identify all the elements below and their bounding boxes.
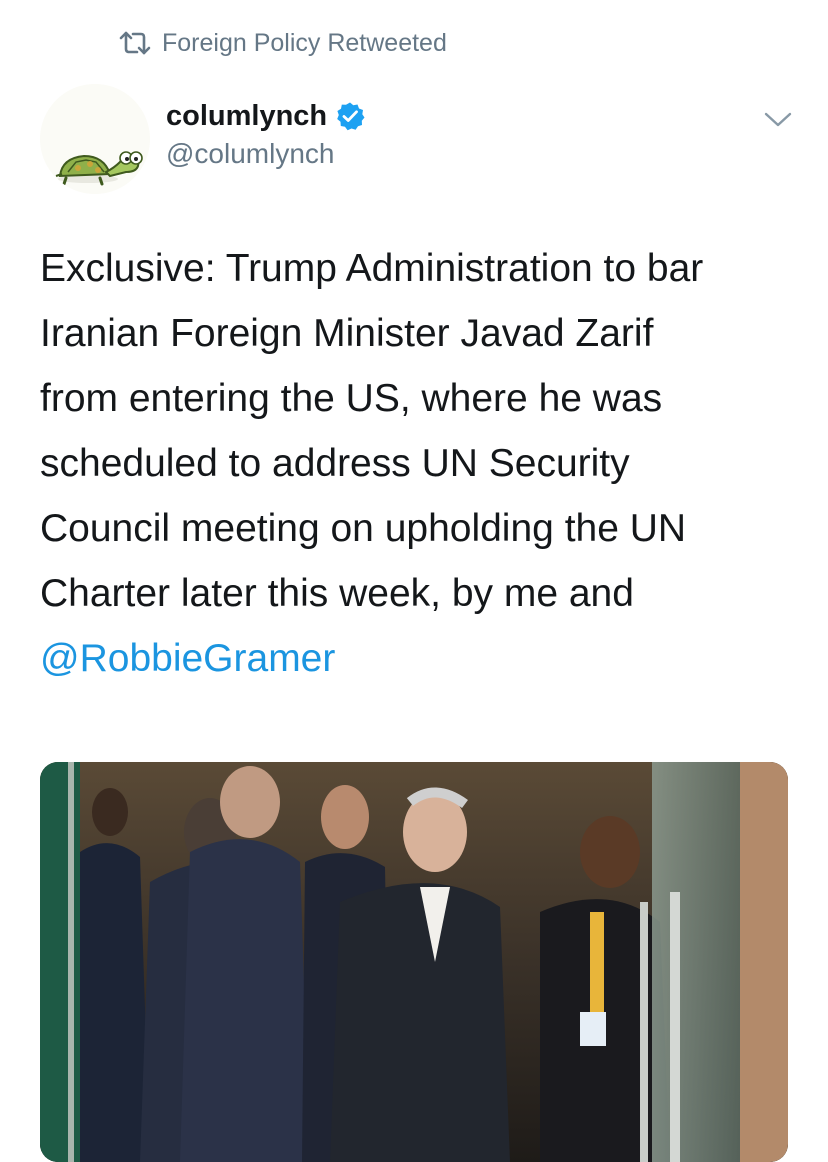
tweet-line: Exclusive: Trump Administration to bar [40,247,704,290]
tweet-photo[interactable] [40,762,788,1162]
author-name-row: columlynch [166,96,365,136]
mention-link[interactable]: @RobbieGramer [40,626,335,691]
verified-badge-icon [337,102,365,131]
tweet-line: Council meeting on upholding the UN [40,507,687,550]
tweet-text: Exclusive: Trump Administration to bar Ir… [40,236,800,691]
photo-image [40,762,788,1162]
tweet-author[interactable]: columlynch @columlynch [166,96,365,170]
tweet-line: from entering the US, where he was [40,377,663,420]
retweet-icon [119,31,151,55]
retweet-context[interactable]: Foreign Policy Retweeted [118,26,447,60]
retweet-label: Foreign Policy Retweeted [162,28,447,57]
tweet-line: Charter later this week, by me and [40,572,634,615]
chevron-down-icon[interactable] [760,104,796,134]
avatar[interactable] [40,84,150,194]
author-display-name[interactable]: columlynch [166,100,327,133]
turtle-avatar-image [40,84,150,194]
tweet-line: Iranian Foreign Minister Javad Zarif [40,312,654,355]
author-handle[interactable]: @columlynch [166,138,365,170]
tweet-line: scheduled to address UN Security [40,442,630,485]
